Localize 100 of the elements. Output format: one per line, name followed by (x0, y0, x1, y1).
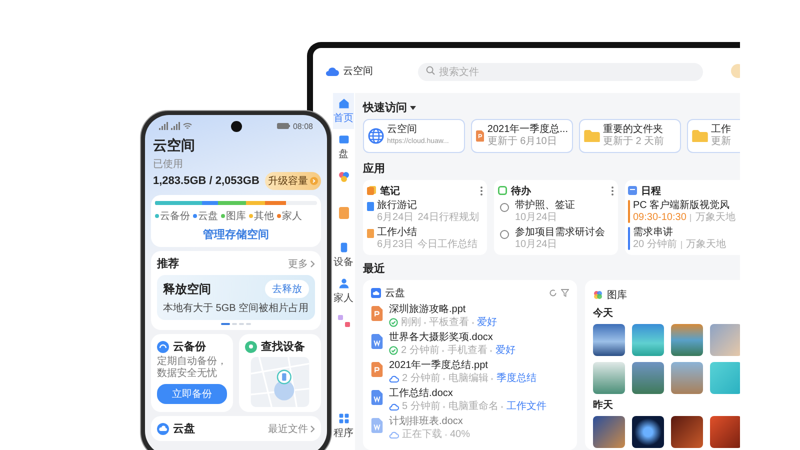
file-name: 2021年一季度总结.ppt (389, 359, 489, 372)
todo-checkbox[interactable] (500, 230, 509, 239)
item-subtitle: 更新于 2 天前 (603, 136, 664, 148)
card-title: 图库 (607, 288, 627, 302)
note-icon (367, 202, 374, 211)
section-title: 推荐 (157, 256, 179, 271)
sidebar-item[interactable]: 首页 (333, 93, 354, 129)
file-meta: 2 分钟前 (401, 344, 440, 357)
caret-down-icon (410, 106, 416, 110)
file-tag[interactable]: 季度总结 (496, 372, 536, 385)
legend-label: 云备份 (160, 210, 190, 223)
file-tag[interactable]: 工作文件 (506, 400, 546, 413)
file-name: 工作总结.docx (389, 387, 454, 400)
todo-date: 10月24日 (515, 239, 558, 251)
backup-now-button[interactable]: 立即备份 (157, 384, 227, 404)
apps-icon (336, 413, 350, 424)
sidebar-item[interactable]: 盘 (333, 129, 354, 165)
file-name: 世界各大摄影奖项.docx (389, 331, 494, 344)
note-date: 6月24日 (377, 212, 414, 224)
section-title: 最近 (363, 262, 385, 276)
chevron-right-icon (310, 260, 315, 268)
file-meta: 正在下载 (402, 428, 442, 441)
backup-icon (157, 340, 169, 352)
quick-access-card[interactable]: 工作 更新 (687, 119, 740, 153)
event-title: PC 客户端新版视觉风 (633, 200, 731, 212)
grid-icon (336, 314, 350, 328)
free-up-button[interactable]: 去释放 (265, 280, 309, 298)
more-vertical-icon (611, 186, 614, 196)
banner-title: 释放空间 (163, 280, 211, 298)
item-title: 2021年一季度总... (487, 124, 568, 136)
file-meta: 40% (450, 428, 470, 441)
flower-icon (336, 170, 350, 184)
todo-title: 带护照、签证 (515, 200, 575, 212)
todo-checkbox[interactable] (500, 203, 509, 212)
item-subtitle: 更新 (711, 136, 731, 148)
storage-usage: 1,283.5GB / 2,053GB (153, 175, 260, 187)
banner-subtitle: 本地有大于 5GB 空间被相片占用 (163, 302, 309, 315)
calendar-icon (628, 186, 637, 195)
event-place: 万象天地 (686, 239, 726, 251)
recent-files-link[interactable]: 最近文件 (268, 422, 315, 436)
file-name: 深圳旅游攻略.ppt (389, 303, 467, 316)
item-title: 工作 (711, 124, 731, 136)
legend-label: 图库 (226, 210, 246, 223)
card-title: 笔记 (380, 184, 400, 198)
presentation-file-icon (476, 128, 484, 144)
status-time: 08:08 (292, 122, 313, 130)
note-icon (367, 229, 374, 238)
file-meta: 2 分钟前 (402, 372, 440, 385)
arrow-circle-icon (310, 177, 318, 185)
photo-placeholder[interactable] (593, 324, 625, 356)
file-meta: 电脑重命名 (448, 400, 498, 413)
todo-date: 10月24日 (515, 212, 558, 224)
event-place: 万象天地 (695, 212, 736, 224)
search-field[interactable]: 搜索文件 (418, 63, 703, 81)
note-date: 6月23日 (377, 239, 414, 251)
file-meta: 平板查看 (429, 316, 469, 329)
card-title: 云盘 (385, 287, 405, 300)
cloud-drive-icon (371, 288, 381, 298)
battery-icon (276, 123, 290, 129)
wifi-icon (183, 122, 192, 130)
item-title: 重要的文件夹 (603, 124, 664, 136)
event-title: 需求串讲 (633, 227, 674, 238)
file-tag[interactable]: 爱好 (495, 344, 516, 357)
todo-icon (498, 186, 507, 195)
notes-icon (336, 206, 350, 220)
photo-placeholder[interactable] (632, 416, 664, 448)
card-title: 待办 (511, 184, 531, 198)
legend-label: 云盘 (198, 210, 218, 223)
note-description: 今日工作总结 (418, 239, 478, 251)
section-title: 应用 (363, 162, 385, 176)
sidebar-item[interactable]: 家人 (333, 273, 354, 309)
sidebar-item[interactable]: 设备 (333, 237, 354, 273)
manage-storage-link[interactable]: 管理存储空间 (197, 226, 275, 243)
sidebar-item[interactable]: 程序 (333, 408, 354, 444)
file-meta: 电脑编辑 (448, 372, 488, 385)
file-meta: 5 分钟前 (402, 400, 440, 413)
cloud-drive-icon (157, 422, 169, 434)
legend-label: 其他 (254, 210, 274, 223)
more-link[interactable]: 更多 (288, 256, 315, 270)
legend-label: 家人 (282, 210, 302, 223)
notes-icon (367, 186, 376, 195)
file-tag[interactable]: 爱好 (477, 316, 497, 329)
signal-icon (159, 122, 168, 130)
presentation-file-icon (371, 362, 383, 377)
event-time: 20 分钟前 (633, 239, 677, 251)
date-heading: 今天 (593, 306, 614, 320)
backup-description: 定期自动备份，数据安全无忧 (157, 356, 227, 380)
file-meta: 刚刚 (401, 316, 421, 329)
app-title: 云空间 (153, 137, 196, 155)
file-name: 计划排班表.docx (389, 415, 464, 428)
section-title: 快速访问 (363, 101, 407, 115)
document-file-icon (371, 334, 383, 349)
card-title: 云备份 (173, 340, 206, 354)
quick-access-card[interactable]: 2021年一季度总... 更新于 6月10日 (471, 119, 573, 153)
location-pin-icon (245, 340, 257, 352)
document-file-icon (371, 390, 383, 405)
quick-access-card[interactable]: 重要的文件夹 更新于 2 天前 (579, 119, 681, 153)
upgrade-button[interactable]: 升级容量 (265, 172, 321, 190)
camera-hole (231, 121, 242, 132)
signal-icon (171, 122, 180, 130)
